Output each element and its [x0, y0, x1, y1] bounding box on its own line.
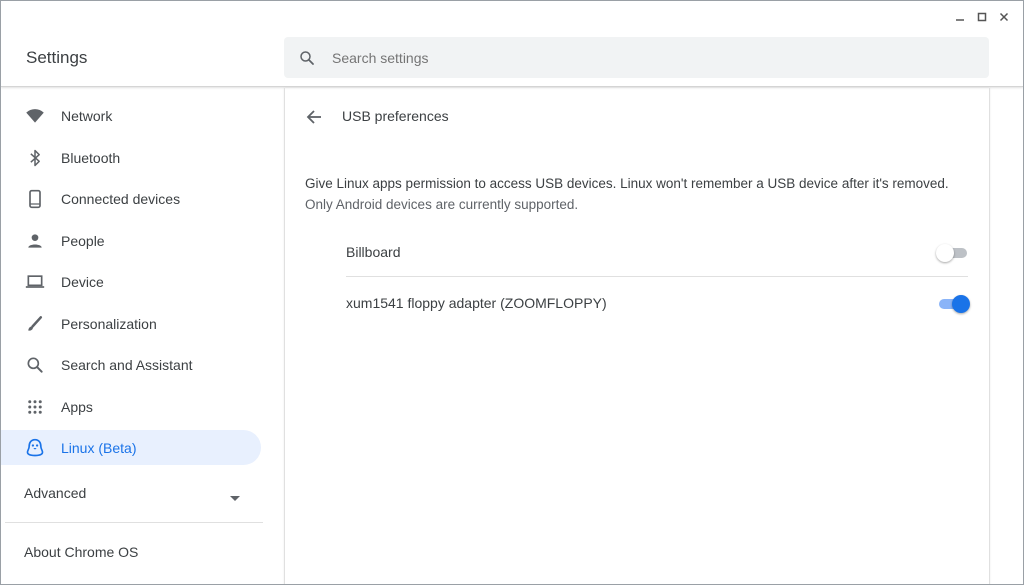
toggle-knob	[936, 244, 954, 262]
back-arrow-icon	[306, 110, 321, 124]
linux-penguin-icon	[25, 438, 45, 458]
row-divider	[346, 276, 968, 277]
advanced-toggle[interactable]: Advanced	[1, 478, 263, 508]
search-box[interactable]	[284, 37, 989, 78]
maximize-button[interactable]	[971, 7, 993, 27]
usb-device-label: xum1541 floppy adapter (ZOOMFLOPPY)	[346, 295, 607, 311]
about-chrome-os-link[interactable]: About Chrome OS	[24, 544, 138, 560]
usb-description: Give Linux apps permission to access USB…	[305, 176, 949, 191]
sidebar-item-connected-devices[interactable]: Connected devices	[1, 181, 261, 216]
sidebar-item-label: Personalization	[61, 315, 157, 332]
sidebar-item-label: Device	[61, 273, 104, 290]
maximize-icon	[977, 12, 987, 22]
settings-window: Settings Network	[0, 0, 1024, 585]
sidebar-item-label: Apps	[61, 398, 93, 415]
usb-device-toggle[interactable]	[936, 242, 970, 262]
usb-device-row: xum1541 floppy adapter (ZOOMFLOPPY)	[346, 278, 970, 328]
bluetooth-icon	[25, 148, 45, 168]
close-icon	[999, 12, 1009, 22]
search-input[interactable]	[332, 49, 932, 66]
close-button[interactable]	[993, 7, 1015, 27]
sidebar-item-label: Search and Assistant	[61, 356, 193, 373]
sidebar-item-label: Connected devices	[61, 190, 181, 207]
toggle-knob	[952, 295, 970, 313]
person-icon	[25, 231, 45, 251]
window-controls	[949, 7, 1015, 27]
sidebar-item-label: Bluetooth	[61, 149, 121, 166]
app-header: Settings	[1, 1, 1023, 87]
chevron-down-icon	[230, 489, 240, 505]
sidebar-item-linux-beta[interactable]: Linux (Beta)	[1, 430, 261, 465]
sidebar-item-label: People	[61, 232, 105, 249]
sidebar-item-apps[interactable]: Apps	[1, 389, 261, 424]
usb-preferences-panel: USB preferences Give Linux apps permissi…	[284, 88, 990, 584]
sidebar-item-network[interactable]: Network	[1, 98, 261, 133]
sidebar-item-people[interactable]: People	[1, 223, 261, 258]
sidebar-divider	[5, 522, 263, 523]
sidebar-item-personalization[interactable]: Personalization	[1, 306, 261, 341]
usb-device-toggle[interactable]	[936, 293, 970, 313]
sidebar-item-label: Network	[61, 107, 113, 124]
search-icon	[298, 48, 318, 68]
sidebar-item-device[interactable]: Device	[1, 264, 261, 299]
sidebar-item-bluetooth[interactable]: Bluetooth	[1, 140, 261, 175]
back-button[interactable]	[303, 106, 325, 128]
phone-icon	[25, 189, 45, 209]
page-title: USB preferences	[342, 108, 449, 124]
brush-icon	[25, 314, 45, 334]
minimize-button[interactable]	[949, 7, 971, 27]
app-title: Settings	[26, 48, 88, 67]
wifi-icon	[25, 106, 45, 126]
minimize-icon	[956, 19, 964, 21]
usb-sub-description: Only Android devices are currently suppo…	[305, 197, 579, 212]
laptop-icon	[25, 272, 45, 292]
sidebar: Network Bluetooth Connected devices Peop…	[1, 88, 266, 584]
search-icon	[25, 355, 45, 375]
apps-grid-icon	[25, 397, 45, 417]
advanced-label: Advanced	[24, 485, 87, 501]
sidebar-item-label: Linux (Beta)	[61, 439, 137, 456]
usb-device-row: Billboard	[346, 227, 970, 277]
sidebar-item-search-and-assistant[interactable]: Search and Assistant	[1, 347, 261, 382]
usb-device-label: Billboard	[346, 244, 401, 260]
